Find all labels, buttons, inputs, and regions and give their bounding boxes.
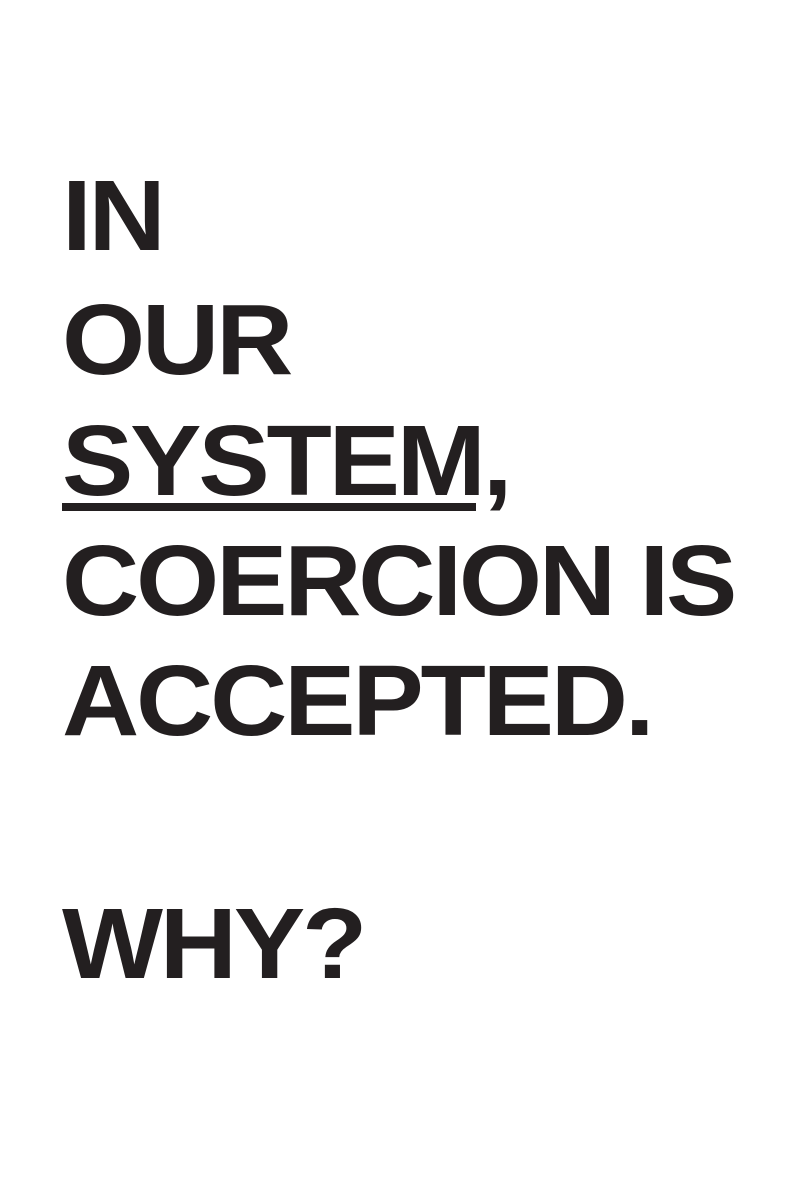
statement-line-3: SYSTEM, — [62, 411, 512, 511]
statement-line-4: COERCION IS — [62, 525, 737, 637]
poster: IN OUR SYSTEM, COERCION IS ACCEPTED. WHY… — [0, 0, 800, 1200]
underline-rule — [62, 503, 476, 511]
statement-line-2: OUR — [62, 284, 293, 396]
underlined-word: SYSTEM — [62, 405, 486, 517]
statement-line-5: ACCEPTED. — [62, 645, 655, 757]
question-why: WHY? — [62, 888, 367, 1000]
statement-line-1: IN — [62, 160, 166, 272]
comma: , — [482, 405, 513, 517]
